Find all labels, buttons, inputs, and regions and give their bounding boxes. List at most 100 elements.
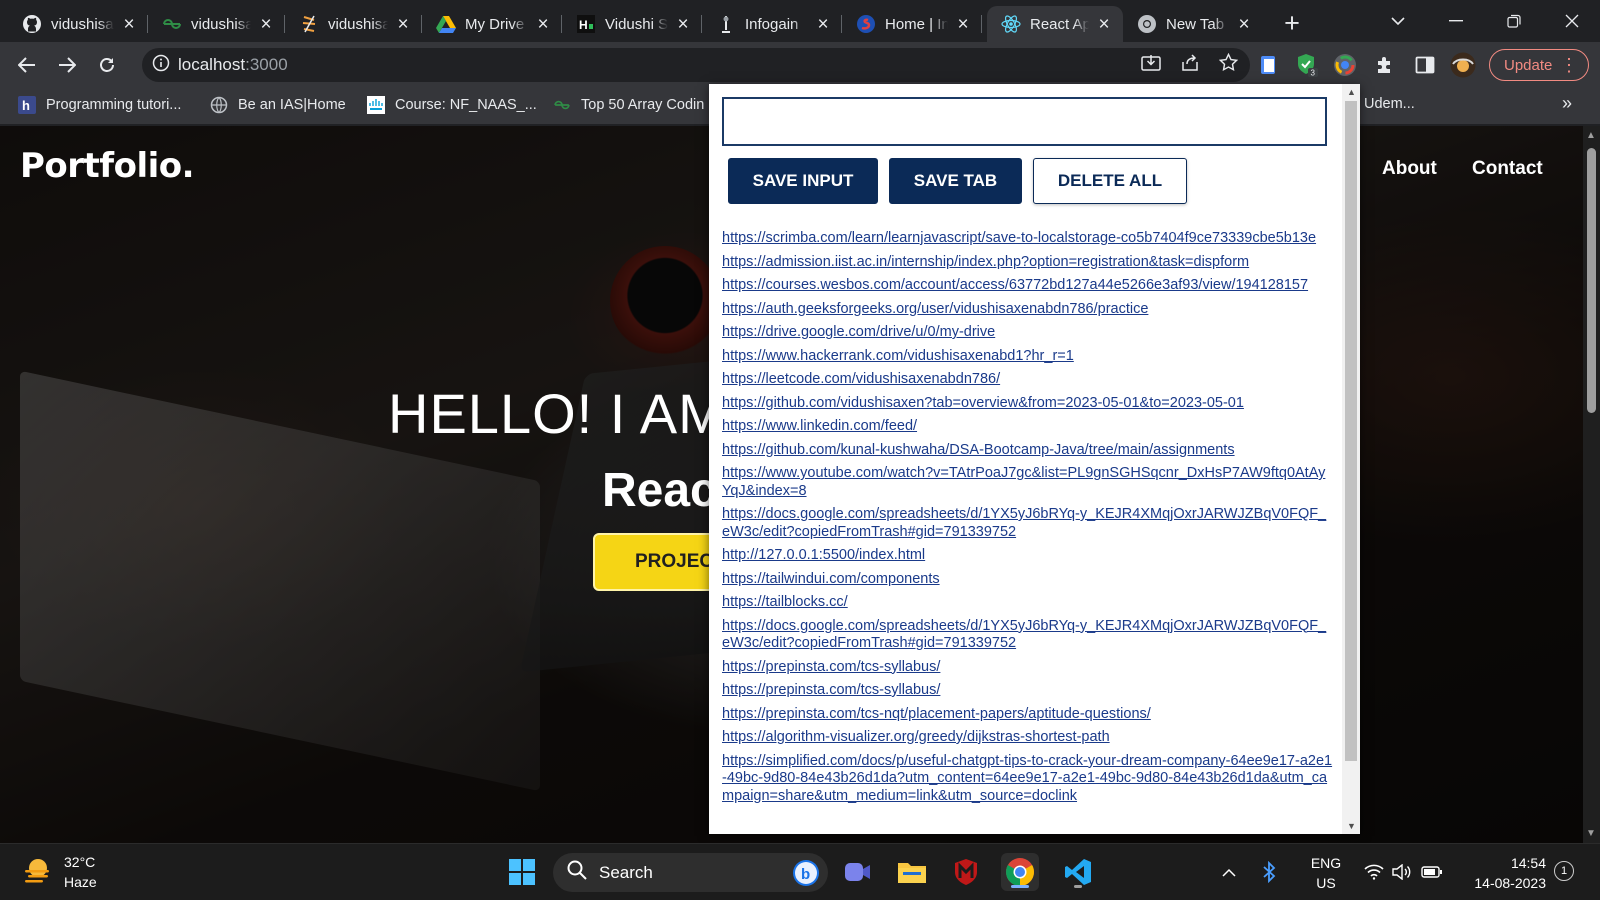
chrome-taskbar-icon[interactable] — [1001, 853, 1039, 891]
windows-start-icon[interactable] — [503, 853, 541, 891]
battery-icon[interactable] — [1420, 853, 1444, 891]
tab-close-icon[interactable]: × — [394, 15, 412, 34]
address-bar[interactable]: localhost:3000 — [142, 48, 1250, 82]
saved-link[interactable]: http://127.0.0.1:5500/index.html — [722, 547, 1334, 565]
tab-search-chevron-icon[interactable] — [1370, 0, 1426, 42]
page-scrollbar-thumb[interactable] — [1587, 148, 1596, 413]
bluetooth-icon[interactable] — [1257, 853, 1281, 891]
volume-icon[interactable] — [1390, 853, 1414, 891]
page-scrollbar[interactable]: ▲ ▼ — [1583, 126, 1600, 843]
weather-widget[interactable]: 32°C Haze — [22, 852, 97, 892]
tab-close-icon[interactable]: × — [120, 15, 138, 34]
saved-link[interactable]: https://algorithm-visualizer.org/greedy/… — [722, 729, 1334, 747]
bookmarks-overflow-icon[interactable]: » — [1562, 93, 1572, 114]
notification-badge[interactable]: 1 — [1554, 861, 1574, 881]
site-info-icon[interactable] — [152, 54, 170, 77]
taskbar-search[interactable]: Search b — [553, 853, 828, 892]
delete-all-button[interactable]: DELETE ALL — [1033, 158, 1187, 204]
profile-avatar[interactable] — [1448, 50, 1478, 80]
saved-link[interactable]: https://www.linkedin.com/feed/ — [722, 418, 1334, 436]
bing-chat-icon[interactable]: b — [792, 859, 820, 892]
back-arrow-icon[interactable] — [12, 50, 42, 80]
saved-link[interactable]: https://github.com/vidushisaxen?tab=over… — [722, 395, 1334, 413]
bookmark-item[interactable]: Top 50 Array Codin — [553, 96, 704, 114]
saved-link[interactable]: https://docs.google.com/spreadsheets/d/1… — [722, 618, 1334, 653]
saved-link[interactable]: https://github.com/kunal-kushwaha/DSA-Bo… — [722, 442, 1334, 460]
extension-colorpicker-icon[interactable] — [1330, 50, 1360, 80]
extension-shield-icon[interactable]: 3 — [1292, 50, 1322, 80]
saved-link[interactable]: https://prepinsta.com/tcs-syllabus/ — [722, 659, 1334, 677]
extension-docs-icon[interactable] — [1254, 50, 1284, 80]
vscode-icon[interactable] — [1059, 853, 1097, 891]
saved-link[interactable]: https://www.youtube.com/watch?v=TAtrPoaJ… — [722, 465, 1334, 500]
bookmark-item[interactable]: Course: NF_NAAS_... — [367, 96, 537, 114]
tab-close-icon[interactable]: × — [674, 15, 692, 34]
tab-hackerrank[interactable]: vidushisaxen × — [285, 6, 422, 42]
scroll-up-arrow-icon[interactable]: ▲ — [1586, 130, 1596, 141]
site-logo[interactable]: Portfolio. — [20, 146, 195, 186]
save-input-button[interactable]: SAVE INPUT — [728, 158, 878, 204]
show-hidden-icons-chevron-icon[interactable] — [1217, 853, 1241, 891]
tab-close-icon[interactable]: × — [257, 15, 275, 34]
tab-close-icon[interactable]: × — [534, 15, 552, 34]
share-icon[interactable] — [1180, 53, 1200, 77]
tab-infogain[interactable]: Infogain × — [702, 6, 842, 42]
popup-scrollbar-thumb[interactable] — [1345, 101, 1357, 761]
list-item: https://docs.google.com/spreadsheets/d/1… — [722, 618, 1334, 653]
tab-hackerearth[interactable]: H Vidushi Saxena × — [562, 6, 702, 42]
tab-close-icon[interactable]: × — [954, 15, 972, 34]
side-panel-icon[interactable] — [1410, 50, 1440, 80]
saved-link[interactable]: https://leetcode.com/vidushisaxenabdn786… — [722, 371, 1334, 389]
nav-contact[interactable]: Contact — [1472, 158, 1543, 180]
bookmark-star-icon[interactable] — [1218, 52, 1239, 77]
tab-google-drive[interactable]: My Drive × — [422, 6, 562, 42]
scroll-down-arrow-icon[interactable]: ▼ — [1586, 828, 1596, 839]
system-clock[interactable]: 14:54 14-08-2023 — [1456, 853, 1546, 893]
saved-link[interactable]: https://admission.iist.ac.in/internship/… — [722, 254, 1334, 272]
saved-link[interactable]: https://docs.google.com/spreadsheets/d/1… — [722, 506, 1334, 541]
language-indicator[interactable]: ENG US — [1306, 853, 1346, 893]
mcafee-shield-icon[interactable] — [947, 853, 985, 891]
extensions-puzzle-icon[interactable] — [1370, 50, 1400, 80]
close-window-icon[interactable] — [1544, 0, 1600, 42]
tab-new-tab[interactable]: New Tab × — [1123, 6, 1263, 42]
reload-icon[interactable] — [92, 50, 122, 80]
minimize-icon[interactable] — [1428, 0, 1484, 42]
wifi-icon[interactable] — [1362, 853, 1386, 891]
forward-arrow-icon[interactable] — [52, 50, 82, 80]
kebab-menu-icon[interactable]: ⋮ — [1560, 54, 1578, 76]
save-tab-button[interactable]: SAVE TAB — [889, 158, 1022, 204]
scroll-down-arrow-icon[interactable]: ▼ — [1347, 821, 1356, 831]
saved-link[interactable]: https://drive.google.com/drive/u/0/my-dr… — [722, 324, 1334, 342]
new-tab-plus-icon[interactable]: + — [1277, 8, 1307, 38]
cisco-icon — [367, 96, 385, 114]
saved-link[interactable]: https://tailblocks.cc/ — [722, 594, 1334, 612]
tab-react-app[interactable]: React App × — [987, 6, 1123, 42]
bookmark-item[interactable]: h Programming tutori... — [18, 96, 181, 114]
tab-close-icon[interactable]: × — [1235, 15, 1253, 34]
saved-link[interactable]: https://auth.geeksforgeeks.org/user/vidu… — [722, 301, 1334, 319]
saved-link[interactable]: https://scrimba.com/learn/learnjavascrip… — [722, 230, 1334, 248]
saved-link[interactable]: https://prepinsta.com/tcs-nqt/placement-… — [722, 706, 1334, 724]
bookmark-item[interactable]: Udem... — [1364, 96, 1415, 112]
update-button[interactable]: Update ⋮ — [1489, 49, 1589, 81]
popup-scrollbar[interactable]: ▲ ▼ — [1342, 84, 1360, 834]
tab-close-icon[interactable]: × — [814, 15, 832, 34]
teams-meet-icon[interactable] — [839, 853, 877, 891]
tab-home[interactable]: Home | Infogain × — [842, 6, 982, 42]
install-app-icon[interactable] — [1141, 54, 1161, 77]
saved-link[interactable]: https://prepinsta.com/tcs-syllabus/ — [722, 682, 1334, 700]
saved-link[interactable]: https://www.hackerrank.com/vidushisaxena… — [722, 348, 1334, 366]
tab-github[interactable]: vidushisaxen × — [8, 6, 148, 42]
tab-close-icon[interactable]: × — [1095, 15, 1113, 34]
file-explorer-icon[interactable] — [893, 853, 931, 891]
bookmark-item[interactable]: Be an IAS|Home — [210, 96, 346, 114]
nav-about[interactable]: About — [1382, 158, 1437, 180]
tab-geeksforgeeks[interactable]: vidushisaxen × — [148, 6, 285, 42]
saved-link[interactable]: https://simplified.com/docs/p/useful-cha… — [722, 753, 1334, 806]
scroll-up-arrow-icon[interactable]: ▲ — [1347, 87, 1356, 97]
link-input[interactable] — [722, 97, 1327, 146]
saved-link[interactable]: https://tailwindui.com/components — [722, 571, 1334, 589]
restore-icon[interactable] — [1486, 0, 1542, 42]
saved-link[interactable]: https://courses.wesbos.com/account/acces… — [722, 277, 1334, 295]
